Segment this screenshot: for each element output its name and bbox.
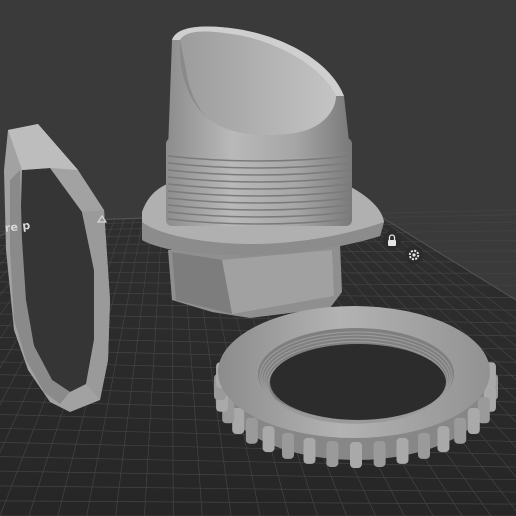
3d-viewport[interactable]: re p <box>0 0 516 516</box>
viewport-canvas[interactable] <box>0 0 516 516</box>
angled-cup <box>168 26 350 158</box>
gear-icon[interactable] <box>405 246 423 264</box>
lock-icon[interactable] <box>383 231 401 249</box>
